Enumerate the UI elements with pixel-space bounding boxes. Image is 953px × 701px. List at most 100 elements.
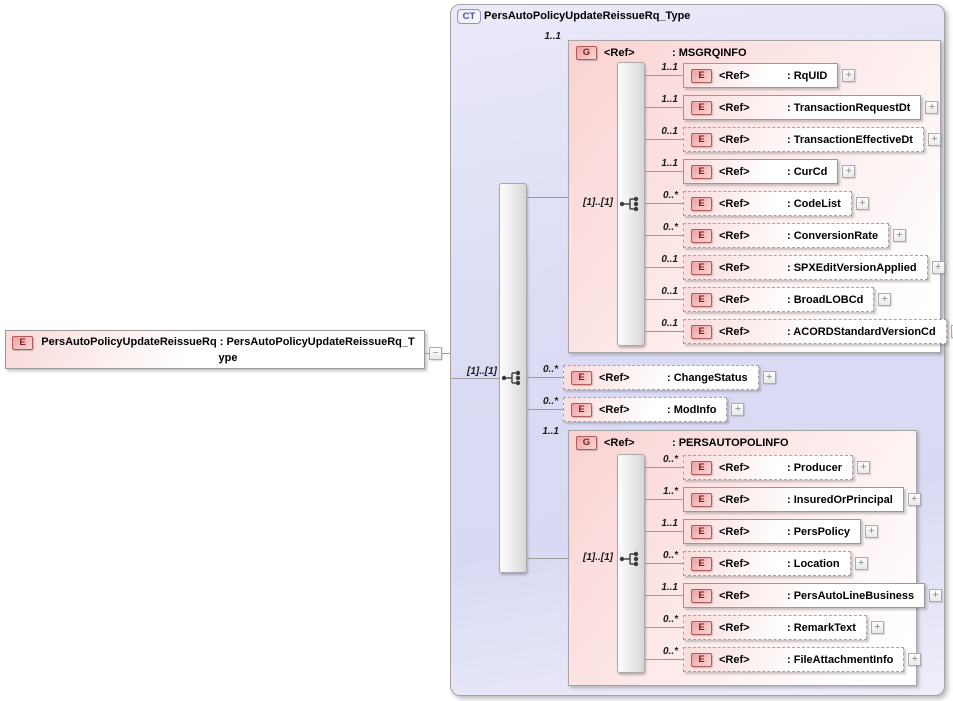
- cardinality-label: 0..*: [662, 222, 678, 233]
- connector-line: [527, 409, 563, 410]
- ref-label: <Ref>: [719, 197, 750, 210]
- expand-icon[interactable]: +: [907, 493, 921, 506]
- element-name: : Location: [787, 557, 840, 570]
- connector-line: [645, 267, 683, 268]
- group-badge: G: [576, 436, 597, 450]
- element-badge: E: [691, 196, 712, 211]
- expand-icon[interactable]: +: [878, 293, 892, 306]
- cardinality-label: 1..1: [661, 582, 678, 593]
- cardinality-label: 0..1: [661, 286, 678, 297]
- ref-label: <Ref>: [719, 229, 750, 242]
- cardinality-label: 1..1: [661, 518, 678, 529]
- element-badge: E: [691, 164, 712, 179]
- element-badge: E: [691, 620, 712, 635]
- cardinality-label: 0..*: [662, 454, 678, 465]
- ref-label: <Ref>: [719, 293, 750, 306]
- ref-label: <Ref>: [719, 261, 750, 274]
- expand-icon[interactable]: +: [893, 229, 907, 242]
- element-name: : TransactionRequestDt: [787, 101, 911, 114]
- element-name: : ACORDStandardVersionCd: [787, 325, 936, 338]
- expand-icon[interactable]: +: [855, 197, 869, 210]
- element-name: : SPXEditVersionApplied: [787, 261, 917, 274]
- element-name: : CurCd: [787, 165, 828, 178]
- expand-icon[interactable]: +: [870, 621, 884, 634]
- element-name: : RqUID: [787, 69, 828, 82]
- collapse-icon[interactable]: −: [429, 347, 442, 360]
- expand-icon[interactable]: +: [854, 557, 868, 570]
- expand-icon[interactable]: +: [925, 101, 939, 114]
- element-modinfo[interactable]: E <Ref>: ModInfo +: [563, 397, 745, 422]
- cardinality-label: 0..1: [661, 318, 678, 329]
- connector-line: [645, 107, 683, 108]
- connector-line: [645, 563, 683, 564]
- element-badge: E: [691, 68, 712, 83]
- element-name: : RemarkText: [787, 621, 856, 634]
- ref-label: <Ref>: [719, 557, 750, 570]
- element-location[interactable]: E <Ref> : Location +: [683, 551, 868, 576]
- element-remarktext[interactable]: E <Ref>: RemarkText +: [683, 615, 884, 640]
- connector-line: [645, 75, 683, 76]
- element-transactionrequestdt[interactable]: E <Ref>: TransactionRequestDt +: [683, 95, 939, 120]
- element-insuredorprincipal[interactable]: E <Ref>: InsuredOrPrincipal +: [683, 487, 921, 512]
- group-badge: G: [576, 46, 597, 60]
- cardinality-label: 0..*: [662, 646, 678, 657]
- expand-icon[interactable]: +: [931, 261, 945, 274]
- group-header: G <Ref> : MSGRQINFO: [569, 41, 940, 60]
- element-badge: E: [571, 370, 592, 385]
- ref-label: <Ref>: [719, 69, 750, 82]
- element-conversionrate[interactable]: E <Ref>: ConversionRate +: [683, 223, 907, 248]
- ref-label: <Ref>: [719, 653, 750, 666]
- element-persautolinebusiness[interactable]: E <Ref>: PersAutoLineBusiness +: [683, 583, 943, 608]
- cardinality-label: 1..1: [544, 31, 561, 42]
- ref-label: <Ref>: [719, 165, 750, 178]
- element-badge: E: [691, 588, 712, 603]
- cardinality-label: 0..*: [662, 614, 678, 625]
- root-element[interactable]: E PersAutoPolicyUpdateReissueRq : PersAu…: [5, 330, 425, 369]
- ref-label: <Ref>: [719, 525, 750, 538]
- element-badge: E: [691, 292, 712, 307]
- element-transactioneffectivedt[interactable]: E <Ref>: TransactionEffectiveDt +: [683, 127, 941, 152]
- element-broadlobcd[interactable]: E <Ref>: BroadLOBCd +: [683, 287, 892, 312]
- complex-type-title: PersAutoPolicyUpdateReissueRq_Type: [484, 10, 691, 22]
- connector-line: [645, 235, 683, 236]
- schema-diagram: CT PersAutoPolicyUpdateReissueRq_Type E …: [0, 0, 953, 701]
- expand-icon[interactable]: +: [857, 461, 871, 474]
- element-badge: E: [12, 336, 33, 350]
- cardinality-label: 1..*: [662, 486, 678, 497]
- element-name: : CodeList: [787, 197, 841, 210]
- connector-line: [645, 171, 683, 172]
- connector-line: [645, 595, 683, 596]
- ref-label: <Ref>: [719, 589, 750, 602]
- expand-icon[interactable]: +: [929, 589, 943, 602]
- expand-icon[interactable]: +: [864, 525, 878, 538]
- group-header: G <Ref> : PERSAUTOPOLINFO: [569, 431, 916, 450]
- element-fileattachmentinfo[interactable]: E <Ref>: FileAttachmentInfo +: [683, 647, 922, 672]
- element-curcd[interactable]: E <Ref> : CurCd +: [683, 159, 856, 184]
- element-badge: E: [691, 524, 712, 539]
- element-perspolicy[interactable]: E <Ref>: PersPolicy +: [683, 519, 878, 544]
- element-badge: E: [691, 228, 712, 243]
- element-codelist[interactable]: E <Ref> : CodeList +: [683, 191, 869, 216]
- connector-line: [645, 331, 683, 332]
- cardinality-label: 0..1: [661, 254, 678, 265]
- element-acordstandardversioncd[interactable]: E<Ref>: ACORDStandardVersionCd +: [683, 319, 953, 344]
- complex-type-header[interactable]: CT PersAutoPolicyUpdateReissueRq_Type: [457, 9, 692, 24]
- cardinality-label: 0..*: [542, 364, 558, 375]
- element-badge: E: [691, 556, 712, 571]
- element-changestatus[interactable]: E <Ref>: ChangeStatus +: [563, 365, 776, 390]
- expand-icon[interactable]: +: [762, 371, 776, 384]
- expand-icon[interactable]: +: [842, 69, 856, 82]
- expand-icon[interactable]: +: [731, 403, 745, 416]
- element-producer[interactable]: E <Ref>: Producer +: [683, 455, 871, 480]
- ref-label: <Ref>: [719, 493, 750, 506]
- expand-icon[interactable]: +: [842, 165, 856, 178]
- compositor-cardinality-label: [1]..[1]: [583, 197, 613, 208]
- ref-label: <Ref>: [719, 461, 750, 474]
- element-rquid[interactable]: E <Ref> : RqUID +: [683, 63, 856, 88]
- expand-icon[interactable]: +: [927, 133, 941, 146]
- element-spxeditversionapplied[interactable]: E <Ref>: SPXEditVersionApplied +: [683, 255, 945, 280]
- cardinality-label: 0..1: [661, 126, 678, 137]
- connector-line: [527, 377, 563, 378]
- ref-label: <Ref>: [599, 403, 630, 416]
- expand-icon[interactable]: +: [908, 653, 922, 666]
